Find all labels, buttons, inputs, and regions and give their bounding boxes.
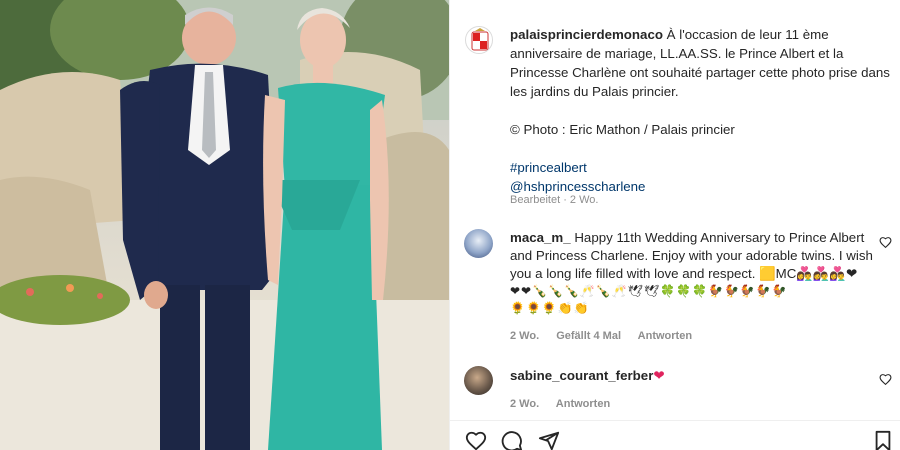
photo-credit: © Photo : Eric Mathon / Palais princier [510, 122, 735, 137]
comment-emoji-line: 🌻🌻🌻👏👏 [510, 301, 590, 315]
post-photo [0, 0, 449, 450]
comment-avatar[interactable] [464, 366, 493, 395]
comment-emoji-line: ❤❤🍾🍾🍾🥂🍾🥂🕊🕊🍀🍀🍀🐓🐓🐓🐓🐓 [510, 284, 788, 298]
bookmark-icon[interactable] [872, 430, 894, 450]
caption-username[interactable]: palaisprincierdemonaco [510, 27, 663, 42]
comment-avatar[interactable] [464, 229, 493, 258]
comment-like-heart-icon[interactable] [879, 373, 892, 386]
post-side-panel: palaisprincierdemonaco À l'occasion de l… [449, 0, 900, 450]
crest-icon [471, 28, 489, 51]
post-caption: palaisprincierdemonaco À l'occasion de l… [510, 25, 890, 196]
comment-item: maca_m_ Happy 11th Wedding Anniversary t… [510, 229, 885, 317]
comment-age: 2 Wo. [510, 398, 540, 410]
comment-username[interactable]: maca_m_ [510, 230, 571, 245]
comment-text: ❤ [653, 368, 665, 383]
post-action-bar [450, 420, 900, 450]
comment-age: 2 Wo. [510, 330, 540, 342]
hashtag-link[interactable]: #princealbert [510, 158, 890, 177]
comment-meta: 2 Wo. Antworten [510, 398, 624, 410]
comment-likes[interactable]: Gefällt 4 Mal [556, 330, 621, 342]
edited-timestamp: Bearbeitet · 2 Wo. [510, 194, 599, 206]
comment-item: sabine_courant_ferber❤ [510, 367, 885, 385]
reply-button[interactable]: Antworten [556, 398, 610, 410]
post-photo-illustration [0, 0, 449, 450]
comment-like-heart-icon[interactable] [879, 236, 892, 249]
reply-button[interactable]: Antworten [638, 330, 692, 342]
comment-icon[interactable] [501, 430, 523, 450]
comment-username[interactable]: sabine_courant_ferber [510, 368, 653, 383]
comment-meta: 2 Wo. Gefällt 4 Mal Antworten [510, 330, 706, 342]
paper-plane-icon[interactable] [538, 430, 560, 450]
profile-avatar-crest[interactable] [465, 26, 493, 54]
heart-icon[interactable] [465, 430, 487, 450]
